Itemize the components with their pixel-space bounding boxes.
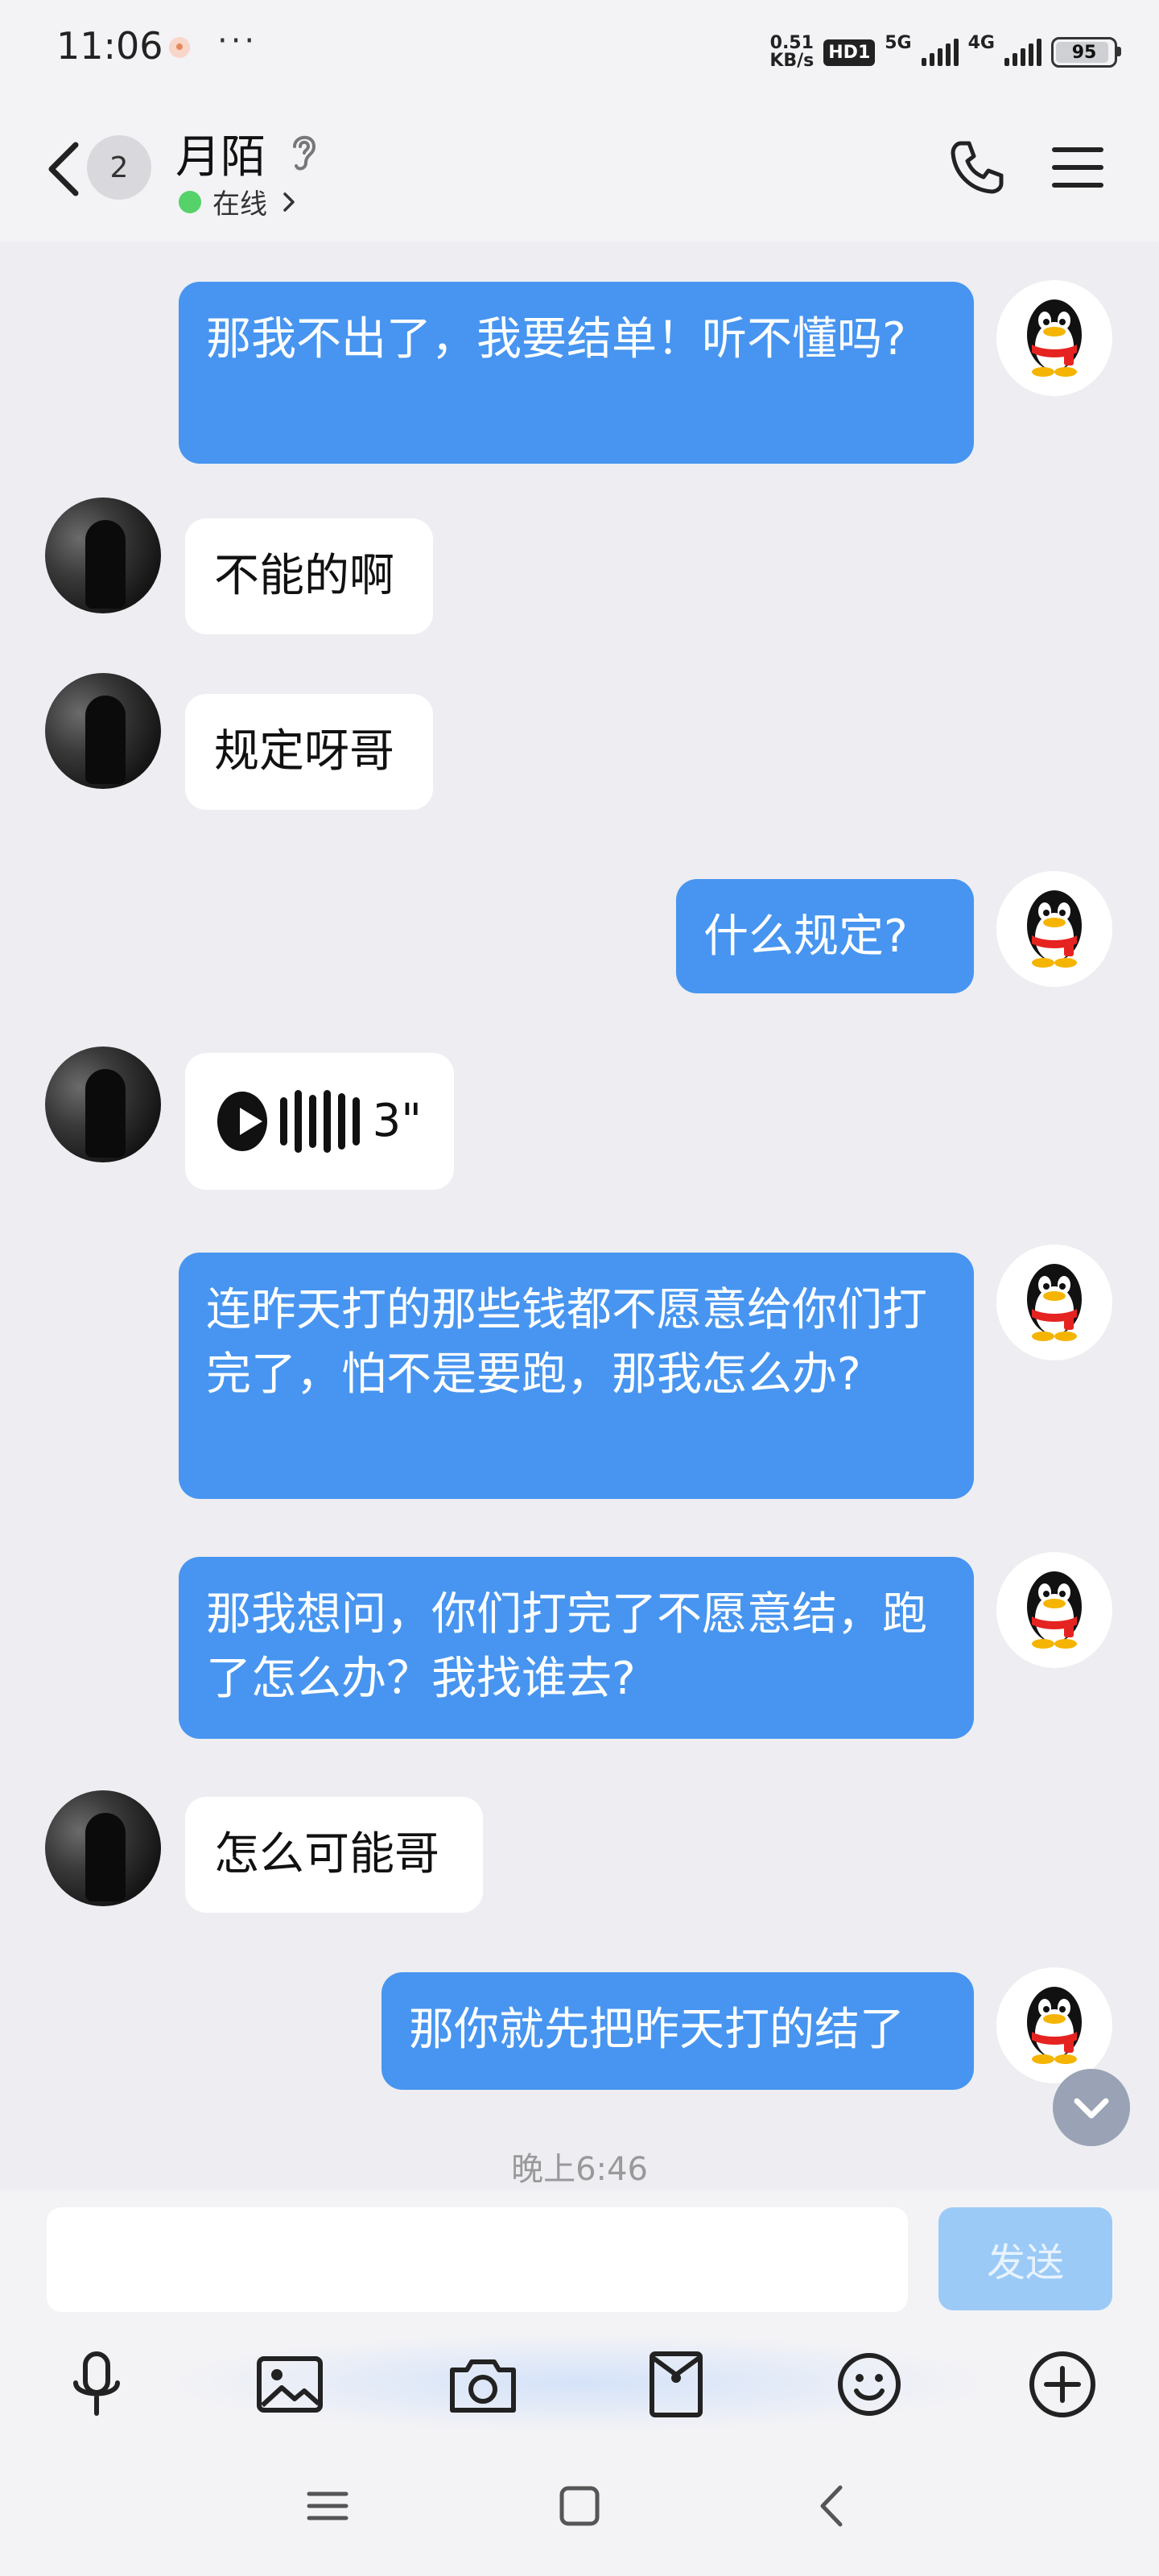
chevron-right-icon	[283, 192, 295, 212]
my-avatar[interactable]	[996, 1552, 1112, 1668]
back-icon	[48, 142, 79, 196]
message-timestamp: 晚上6:46	[511, 2151, 648, 2188]
my-avatar[interactable]	[996, 1245, 1112, 1360]
status-bar: 11:06 ··· 0.51 KB/s HD1 5G 4G 95	[0, 0, 1159, 97]
penguin-avatar-icon	[996, 1967, 1112, 2083]
camera-icon	[450, 2359, 516, 2413]
net-speed-unit: KB/s	[769, 51, 815, 71]
penguin-avatar-icon	[996, 1552, 1112, 1668]
mic-icon	[73, 2351, 120, 2416]
outgoing-message-bubble[interactable]: 那你就先把昨天打的结了	[382, 1972, 974, 2090]
net-speed: 0.51 KB/s	[769, 35, 814, 70]
incoming-message-bubble[interactable]: 规定呀哥	[185, 694, 433, 810]
presence-label: 在线	[212, 188, 267, 221]
signal-4g-icon	[1004, 39, 1041, 66]
signal-5g-icon	[921, 39, 959, 66]
penguin-avatar-icon	[996, 871, 1112, 987]
chevron-down-icon	[1074, 2098, 1109, 2119]
contact-name[interactable]: 月陌	[175, 121, 266, 186]
waveform-icon	[279, 1089, 360, 1154]
voice-input-button[interactable]	[58, 2346, 135, 2423]
back-nav-icon	[820, 2485, 843, 2527]
message-list[interactable]: 那我不出了，我要结单！听不懂吗? 不能的啊 规定呀哥 什么规定? 3" 连昨天打…	[0, 242, 1159, 2190]
online-dot-icon	[179, 190, 201, 213]
input-toolbar	[0, 2334, 1159, 2431]
menu-icon[interactable]	[1050, 142, 1106, 193]
voice-duration: 3"	[372, 1095, 422, 1147]
image-icon	[257, 2356, 323, 2413]
contact-avatar[interactable]	[45, 673, 161, 789]
nav-back-button[interactable]	[803, 2478, 860, 2534]
red-packet-icon	[650, 2351, 703, 2417]
voice-message-bubble[interactable]: 3"	[185, 1053, 454, 1190]
recent-apps-button[interactable]	[299, 2478, 356, 2534]
system-nav-bar	[0, 2439, 1159, 2576]
emoji-icon	[838, 2353, 901, 2416]
contact-avatar[interactable]	[45, 1790, 161, 1906]
location-icon	[169, 37, 190, 58]
red-packet-button[interactable]	[637, 2346, 715, 2423]
net-speed-value: 0.51	[769, 33, 814, 53]
hd-badge: HD1	[823, 39, 876, 66]
status-indicators: 0.51 KB/s HD1 5G 4G 95	[769, 32, 1121, 72]
presence-status[interactable]: 在线	[179, 182, 299, 221]
my-avatar[interactable]	[996, 1967, 1112, 2083]
unread-count-badge[interactable]: 2	[87, 135, 151, 200]
incoming-message-bubble[interactable]: 怎么可能哥	[185, 1797, 483, 1913]
status-time: 11:06	[56, 24, 163, 68]
incoming-message-bubble[interactable]: 不能的啊	[185, 518, 433, 634]
contact-avatar[interactable]	[45, 497, 161, 613]
message-input[interactable]	[47, 2207, 908, 2312]
my-avatar[interactable]	[996, 280, 1112, 396]
outgoing-message-bubble[interactable]: 什么规定?	[676, 879, 974, 993]
network-4g-label: 4G	[967, 32, 995, 53]
my-avatar[interactable]	[996, 871, 1112, 987]
image-button[interactable]	[251, 2346, 328, 2423]
camera-button[interactable]	[444, 2346, 522, 2423]
home-button[interactable]	[551, 2478, 608, 2534]
recent-apps-icon	[307, 2491, 349, 2520]
penguin-avatar-icon	[996, 280, 1112, 396]
network-5g-label: 5G	[885, 32, 912, 53]
home-icon	[559, 2486, 600, 2526]
outgoing-message-bubble[interactable]: 那我想问，你们打完了不愿意结，跑了怎么办？我找谁去?	[179, 1557, 974, 1739]
battery-icon: 95	[1051, 37, 1121, 68]
battery-level: 95	[1071, 42, 1097, 63]
composer: 发送	[0, 2190, 1159, 2439]
back-button[interactable]	[40, 137, 89, 201]
ear-icon[interactable]	[287, 129, 322, 174]
status-more: ···	[217, 23, 258, 60]
outgoing-message-bubble[interactable]: 连昨天打的那些钱都不愿意给你们打完了，怕不是要跑，那我怎么办?	[179, 1253, 974, 1499]
contact-avatar[interactable]	[45, 1046, 161, 1162]
send-button[interactable]: 发送	[938, 2207, 1112, 2310]
emoji-button[interactable]	[831, 2346, 908, 2423]
penguin-avatar-icon	[996, 1245, 1112, 1360]
more-actions-button[interactable]	[1024, 2346, 1101, 2423]
phone-icon[interactable]	[945, 135, 1009, 200]
plus-icon	[1029, 2351, 1095, 2417]
scroll-to-bottom-button[interactable]	[1053, 2069, 1130, 2146]
play-icon[interactable]	[217, 1092, 267, 1151]
outgoing-message-bubble[interactable]: 那我不出了，我要结单！听不懂吗?	[179, 282, 974, 464]
